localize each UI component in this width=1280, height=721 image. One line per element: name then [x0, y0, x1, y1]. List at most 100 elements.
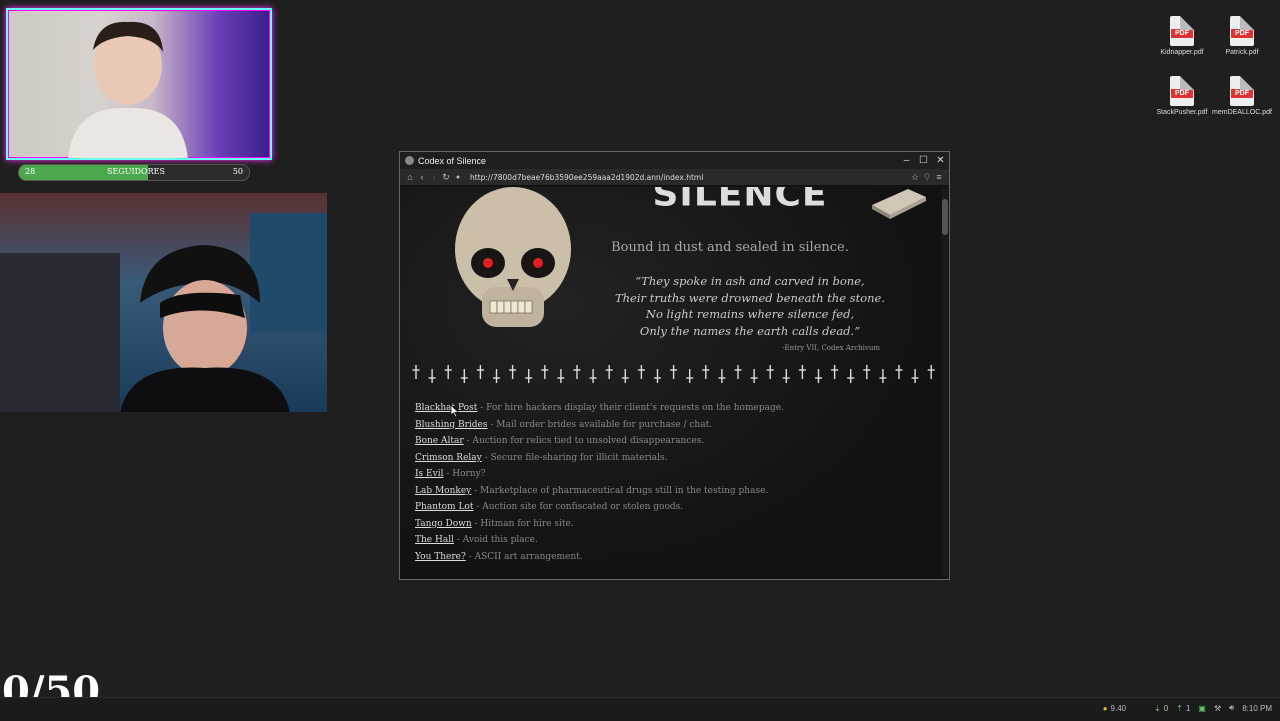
link-is-evil[interactable]: Is Evil — [415, 469, 443, 479]
cross-icon — [895, 365, 903, 379]
webcam-overlay-top — [6, 8, 272, 160]
list-item: Bone Altar - Auction for relics tied to … — [415, 433, 784, 450]
page-scrollbar[interactable] — [942, 189, 948, 577]
cross-icon — [509, 365, 517, 379]
cross-icon — [927, 365, 935, 379]
follower-goal-bar: 28 SEGUIDORES 50 — [18, 164, 250, 181]
link-description: - Auction site for confiscated or stolen… — [473, 502, 684, 512]
cross-icon — [541, 365, 549, 379]
link-description: - Mail order brides available for purcha… — [487, 419, 713, 430]
reload-icon[interactable]: ↻ — [440, 172, 452, 183]
search-icon[interactable]: ⚲ — [921, 172, 933, 183]
page-content: SILENCE Bound in dust and sealed in sile… — [400, 187, 941, 579]
follower-current: 28 — [25, 167, 36, 176]
cross-icon — [782, 369, 790, 383]
network-down-count: 0 — [1163, 703, 1169, 713]
home-icon[interactable]: ⌂ — [404, 172, 416, 182]
minimize-icon[interactable]: – — [898, 155, 915, 166]
list-item: Blackhat Post - For hire hackers display… — [415, 400, 784, 417]
desktop-icon-patrick-pdf[interactable]: PDF Patrick.pdf — [1212, 16, 1272, 56]
scrollbar-thumb[interactable] — [942, 199, 948, 235]
list-item: You There? - ASCII art arrangement. — [415, 549, 784, 566]
link-lab-monkey[interactable]: Lab Monkey — [415, 486, 471, 496]
link-phantom-lot[interactable]: Phantom Lot — [415, 502, 473, 512]
cross-icon — [831, 365, 839, 379]
volume-icon[interactable]: 🔊︎ — [1229, 703, 1234, 713]
desktop-icon-label: StackPusher.pdf — [1156, 109, 1208, 116]
network-down-icon: ⇣ — [1154, 703, 1161, 713]
poem-attribution: -Entry VII, Codex Archivum — [782, 344, 880, 352]
address-bar[interactable]: http://7800d7beae76b3590ee259aaa2d1902d.… — [470, 173, 909, 182]
desktop-icon-kidnapper-pdf[interactable]: PDF Kidnapper.pdf — [1152, 16, 1212, 56]
link-description: - ASCII art arrangement. — [465, 551, 583, 562]
cross-icon — [557, 369, 565, 383]
cross-icon — [476, 365, 484, 379]
cross-icon — [412, 365, 420, 379]
webcam-overlay-reaction — [0, 193, 327, 412]
window-titlebar[interactable]: Codex of Silence – ☐ ✕ — [400, 152, 949, 169]
cross-icon — [589, 369, 597, 383]
cross-icon — [734, 365, 742, 379]
follower-goal: 50 — [232, 167, 243, 176]
follower-label: SEGUIDORES — [107, 167, 165, 176]
lock-icon: ● — [455, 173, 461, 181]
poem-line: Only the names the earth calls dead.” — [639, 323, 861, 338]
desktop-icon-label: Kidnapper.pdf — [1160, 49, 1204, 56]
desktop-icon-stackpusher-pdf[interactable]: PDF StackPusher.pdf — [1152, 76, 1212, 116]
poem-line: Their truths were drowned beneath the st… — [614, 290, 885, 305]
link-blackhat-post[interactable]: Blackhat Post — [415, 403, 477, 413]
desktop-icon-label: memDEALLOC.pdf — [1212, 109, 1272, 116]
gaming-chair — [0, 253, 120, 412]
cross-icon — [686, 369, 694, 383]
coin-icon: ● — [1102, 703, 1108, 713]
pdf-file-icon: PDF — [1170, 76, 1194, 106]
cross-icon — [847, 369, 855, 383]
coin-balance: 9.40 — [1110, 703, 1127, 713]
window-title: Codex of Silence — [418, 155, 487, 166]
desktop-icon-memdealloc-pdf[interactable]: PDF memDEALLOC.pdf — [1212, 76, 1272, 116]
tools-icon[interactable]: ⚒ — [1214, 704, 1221, 713]
clock[interactable]: 8:10 PM — [1242, 704, 1272, 713]
list-item: Is Evil - Horny? — [415, 466, 784, 483]
cross-icon — [654, 369, 661, 383]
site-subtitle: Bound in dust and sealed in silence. — [611, 240, 849, 255]
maximize-icon[interactable]: ☐ — [915, 155, 932, 166]
system-tray: ● 9.40 ⇣ 0 ⇡ 1 ▣ ⚒ 🔊︎ 8:10 PM — [1095, 703, 1272, 713]
link-blushing-brides[interactable]: Blushing Brides — [415, 420, 488, 430]
link-description: - Hitman for hire site. — [471, 518, 574, 529]
forward-icon[interactable]: › — [428, 172, 440, 182]
back-icon[interactable]: ‹ — [416, 172, 428, 182]
link-bone-altar[interactable]: Bone Altar — [415, 436, 464, 446]
cross-icon — [637, 365, 645, 379]
list-item: Phantom Lot - Auction site for confiscat… — [415, 499, 784, 516]
epigraph-poem: “They spoke in ash and carved in bone, T… — [600, 273, 900, 339]
close-icon[interactable]: ✕ — [932, 155, 949, 166]
link-tango-down[interactable]: Tango Down — [415, 519, 472, 529]
bookmark-star-icon[interactable]: ☆ — [909, 172, 921, 183]
browser-window: Codex of Silence – ☐ ✕ ⌂ ‹ › ↻ ● http://… — [399, 151, 950, 580]
menu-icon[interactable]: ≡ — [933, 172, 945, 182]
link-crimson-relay[interactable]: Crimson Relay — [415, 453, 482, 463]
reactor-silhouette — [120, 245, 290, 412]
link-the-hall[interactable]: The Hall — [415, 535, 454, 545]
pdf-file-icon: PDF — [1230, 76, 1254, 106]
link-description: - Auction for relics tied to unsolved di… — [463, 436, 705, 446]
cross-icon — [798, 365, 806, 379]
list-item: Tango Down - Hitman for hire site. — [415, 516, 784, 533]
pdf-file-icon: PDF — [1170, 16, 1194, 46]
link-description: - Secure file-sharing for illicit materi… — [481, 452, 668, 463]
network-up-count: 1 — [1185, 703, 1191, 713]
cross-icon — [444, 365, 452, 379]
list-item: The Hall - Avoid this place. — [415, 532, 784, 549]
monitor-icon[interactable]: ▣ — [1198, 704, 1206, 713]
cross-icon — [766, 365, 774, 379]
cross-icon — [460, 369, 468, 383]
cross-icon — [750, 369, 758, 383]
streamer-silhouette — [68, 21, 188, 158]
list-item: Lab Monkey - Marketplace of pharmaceutic… — [415, 483, 784, 500]
link-description: - For hire hackers display their client'… — [477, 403, 784, 413]
link-you-there[interactable]: You There? — [415, 552, 466, 562]
taskbar: ● 9.40 ⇣ 0 ⇡ 1 ▣ ⚒ 🔊︎ 8:10 PM — [0, 697, 1280, 721]
list-item: Crimson Relay - Secure file-sharing for … — [415, 450, 784, 467]
cross-icon — [702, 365, 710, 379]
